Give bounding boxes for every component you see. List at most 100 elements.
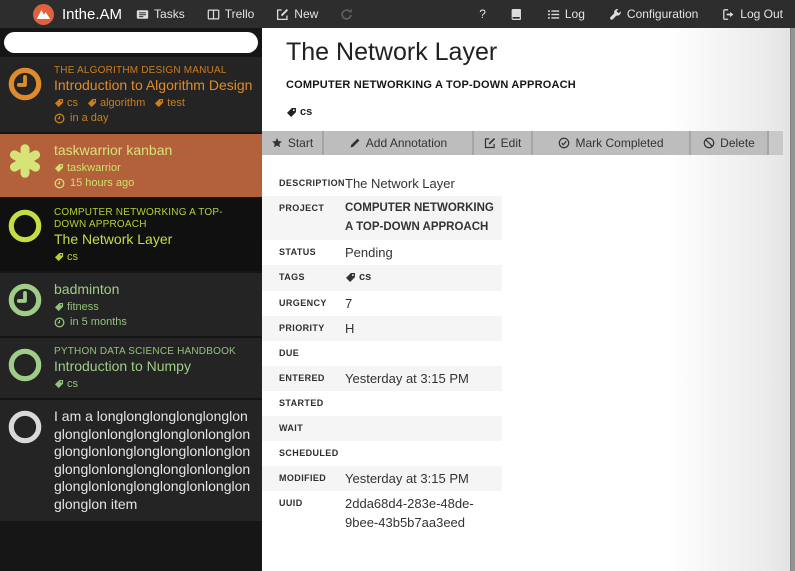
detail-value: H (345, 321, 355, 336)
tag-label: cs (359, 271, 372, 283)
add-annotation-button[interactable]: Add Annotation (324, 131, 474, 155)
task-ring-icon (8, 410, 42, 444)
detail-row-wait: Wait (262, 416, 502, 441)
brand[interactable]: Inthe.AM (33, 3, 122, 25)
nav-item-new[interactable]: New (276, 7, 318, 21)
task-status (8, 65, 44, 124)
toolbar: Start Add Annotation Edit Mark Completed Del… (262, 131, 783, 155)
task-list-item[interactable]: PYTHON DATA SCIENCE HANDBOOK Introduction… (0, 336, 262, 398)
tag-badge: cs (54, 251, 78, 263)
detail-value: 2dda68d4-283e-48de-9bee-43b5b7aa3eed (345, 496, 474, 530)
tag-icon (54, 98, 64, 108)
vertical-scrollbar[interactable] (790, 28, 795, 571)
detail-label: UUID (279, 498, 303, 508)
task-ring-icon (8, 209, 42, 243)
detail-row-description: Description The Network Layer (262, 171, 502, 196)
task-list-item-selected[interactable]: COMPUTER NETWORKING A TOP-DOWN APPROACH T… (0, 197, 262, 271)
detail-label: Started (279, 398, 324, 408)
nav-item-log[interactable]: Log (547, 7, 585, 21)
task-status (8, 346, 44, 390)
detail-label: Wait (279, 423, 304, 433)
tasks-icon (136, 8, 149, 21)
nav-item-trello[interactable]: Trello (207, 7, 254, 21)
details-table: Description The Network Layer Project COMPU… (262, 171, 502, 535)
task-tags: taskwarrior (54, 162, 254, 174)
tag-label: fitness (67, 301, 99, 313)
tag-badge: cs (286, 106, 312, 118)
nav-item-log-out[interactable]: Log Out (722, 7, 783, 21)
page-project: COMPUTER NETWORKING A TOP-DOWN APPROACH (286, 79, 576, 91)
nav-item-docs[interactable] (510, 8, 523, 21)
wrench-icon (609, 8, 622, 21)
detail-row-modified: Modified Yesterday at 3:15 PM (262, 466, 502, 491)
nav-item-refresh[interactable] (340, 8, 353, 21)
detail-label: Scheduled (279, 448, 339, 458)
task-tags: cs (54, 251, 254, 263)
start-button[interactable]: Start (262, 131, 324, 155)
detail-label: Modified (279, 473, 327, 483)
nav-item-label: New (294, 7, 319, 21)
delete-button[interactable]: Delete (691, 131, 769, 155)
tag-icon (286, 107, 297, 118)
task-list: THE ALGORITHM DESIGN MANUAL Introduction … (0, 55, 262, 521)
detail-value (345, 419, 502, 438)
nav-left: Tasks Trello New (136, 7, 353, 21)
task-list-item[interactable]: taskwarrior kanban taskwarrior 15 hours ag… (0, 132, 262, 197)
tag-badge: algorithm (87, 97, 145, 109)
task-list-item[interactable]: THE ALGORITHM DESIGN MANUAL Introduction … (0, 55, 262, 132)
detail-row-urgency: Urgency 7 (262, 291, 502, 316)
search-input[interactable] (4, 32, 258, 53)
mark-completed-button[interactable]: Mark Completed (533, 131, 691, 155)
logo-icon (33, 3, 54, 25)
task-list-item[interactable]: badminton fitness in 5 months (0, 271, 262, 336)
task-body: PYTHON DATA SCIENCE HANDBOOK Introduction… (54, 346, 254, 390)
tag-label: taskwarrior (67, 162, 121, 174)
button-label: Delete (720, 136, 755, 150)
task-clock-icon (8, 67, 42, 101)
tag-badge: fitness (54, 301, 99, 313)
edit-icon (484, 137, 496, 149)
pencil-icon (349, 137, 361, 149)
detail-label: Entered (279, 373, 325, 383)
tag-label: cs (67, 251, 78, 263)
task-tags: cs algorithm test (54, 97, 254, 109)
task-title: Introduction to Algorithm Design (54, 77, 253, 93)
sidebar: THE ALGORITHM DESIGN MANUAL Introduction … (0, 28, 262, 571)
button-label: Mark Completed (575, 136, 664, 150)
tag-label: cs (300, 106, 313, 118)
ban-icon (703, 137, 715, 149)
task-due: 15 hours ago (54, 177, 254, 189)
task-tags: cs (54, 378, 254, 390)
nav-item-configuration[interactable]: Configuration (609, 7, 698, 21)
tag-icon (345, 272, 356, 283)
nav-item-label: Configuration (626, 7, 699, 21)
detail-value: The Network Layer (345, 176, 455, 191)
tag-badge: test (154, 97, 185, 109)
task-due: in a day (54, 112, 254, 124)
task-status (8, 408, 44, 513)
nav-item-help[interactable]: ? (479, 7, 486, 21)
task-title: I am a longlonglonglonglonglonglonglonlo… (54, 408, 251, 512)
edit-button[interactable]: Edit (474, 131, 533, 155)
tag-label: cs (67, 378, 78, 390)
detail-value (345, 394, 502, 413)
task-due-label: 15 hours ago (70, 177, 135, 189)
detail-label: Description (279, 178, 345, 188)
logout-icon (722, 8, 735, 21)
task-list-item[interactable]: I am a longlonglonglonglonglonglonglonlo… (0, 398, 262, 521)
detail-row-status: Status Pending (262, 240, 502, 265)
task-tags: fitness (54, 301, 254, 313)
task-header: The Network Layer COMPUTER NETWORKING A … (262, 28, 795, 118)
task-status (8, 207, 44, 263)
nav-item-tasks[interactable]: Tasks (136, 7, 185, 21)
nav-item-label: Tasks (154, 7, 185, 21)
tag-icon (87, 98, 97, 108)
detail-row-tags: Tags cs (262, 265, 502, 291)
detail-value: Pending (345, 245, 393, 260)
new-icon (276, 8, 289, 21)
due-clock-icon (54, 113, 65, 124)
page-title: The Network Layer (286, 38, 498, 66)
tag-icon (54, 379, 64, 389)
detail-row-priority: Priority H (262, 316, 502, 341)
detail-value: 7 (345, 296, 353, 311)
